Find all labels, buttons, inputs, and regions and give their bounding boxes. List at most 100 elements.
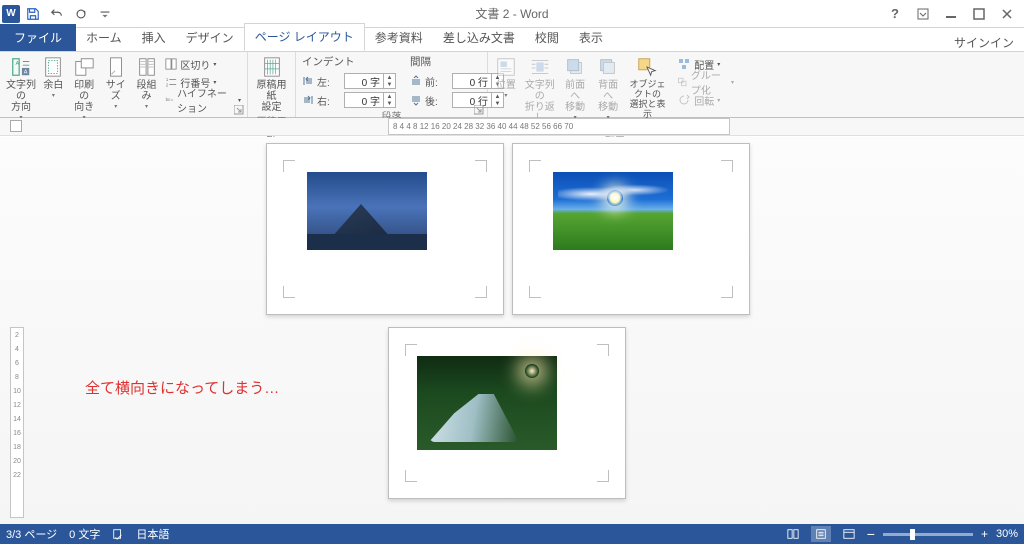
qat-customize[interactable] bbox=[94, 3, 116, 25]
maximize-button[interactable] bbox=[966, 3, 992, 25]
svg-text:1: 1 bbox=[166, 77, 169, 82]
status-page[interactable]: 3/3 ページ bbox=[6, 526, 57, 542]
position-label: 位置 bbox=[496, 80, 516, 91]
save-button[interactable] bbox=[22, 3, 44, 25]
tab-insert[interactable]: 挿入 bbox=[132, 25, 176, 51]
svg-text:bc: bc bbox=[166, 97, 171, 102]
ruler-strip: 8 4 4 8 12 16 20 24 28 32 36 40 44 48 52… bbox=[0, 118, 1024, 136]
status-language[interactable]: 日本語 bbox=[136, 526, 169, 542]
size-label: サイズ bbox=[104, 80, 128, 102]
image-sun-field[interactable] bbox=[553, 172, 673, 250]
page-1[interactable] bbox=[266, 143, 504, 315]
svg-text:A: A bbox=[16, 61, 20, 67]
help-button[interactable]: ? bbox=[882, 3, 908, 25]
text-direction-button[interactable]: AA 文字列の 方向▾ bbox=[6, 54, 36, 122]
send-back-icon bbox=[597, 56, 619, 78]
hyphenation-button[interactable]: bcハイフネーション ▾ bbox=[165, 92, 241, 108]
image-mountain[interactable] bbox=[307, 172, 427, 250]
margins-label: 余白 bbox=[43, 80, 63, 91]
status-proofing[interactable] bbox=[112, 528, 124, 540]
selection-pane-icon bbox=[636, 56, 658, 78]
spacing-before-label: 前: bbox=[425, 74, 449, 89]
spacing-before-value: 0 行 bbox=[453, 74, 491, 89]
minimize-button[interactable] bbox=[938, 3, 964, 25]
size-icon bbox=[105, 56, 127, 78]
columns-label: 段組み bbox=[134, 80, 160, 102]
status-word-count[interactable]: 0 文字 bbox=[69, 526, 100, 542]
text-direction-icon: AA bbox=[10, 56, 32, 78]
spacing-after-icon bbox=[410, 94, 422, 106]
ribbon-options-button[interactable] bbox=[910, 3, 936, 25]
group-arrange: 位置▾ 文字列の 折り返し▾ 前面へ 移動▾ 背面へ 移動▾ オブジェクトの 選… bbox=[488, 52, 742, 117]
zoom-in-button[interactable]: + bbox=[981, 527, 988, 541]
view-print-layout[interactable] bbox=[811, 526, 831, 542]
indent-left-icon bbox=[302, 75, 314, 87]
wrap-icon bbox=[529, 56, 551, 78]
group-objects-button: グループ化 ▾ bbox=[675, 74, 736, 90]
position-icon bbox=[495, 56, 517, 78]
zoom-level[interactable]: 30% bbox=[996, 528, 1018, 540]
tab-view[interactable]: 表示 bbox=[569, 25, 613, 51]
page-3[interactable] bbox=[388, 327, 626, 499]
sign-in-link[interactable]: サインイン bbox=[954, 34, 1024, 51]
zoom-out-button[interactable]: − bbox=[867, 526, 875, 542]
rotate-button: 回転 ▾ bbox=[675, 92, 736, 108]
indent-right-row: 右: 0 字▲▼ bbox=[302, 92, 396, 108]
quick-access-toolbar: W bbox=[0, 3, 116, 25]
redo-button[interactable] bbox=[70, 3, 92, 25]
indent-left-label: 左: bbox=[317, 74, 341, 89]
page-setup-launcher[interactable] bbox=[234, 105, 244, 115]
margins-button[interactable]: 余白▾ bbox=[42, 54, 65, 100]
columns-button[interactable]: 段組み▾ bbox=[134, 54, 160, 111]
page-2[interactable] bbox=[512, 143, 750, 315]
tab-home[interactable]: ホーム bbox=[76, 25, 132, 51]
position-button: 位置▾ bbox=[494, 54, 518, 100]
send-back-label: 背面へ 移動 bbox=[595, 80, 622, 113]
orientation-button[interactable]: 印刷の 向き▾ bbox=[71, 54, 98, 122]
manuscript-label: 原稿用紙 設定 bbox=[254, 80, 289, 113]
paragraph-launcher[interactable] bbox=[474, 105, 484, 115]
status-bar: 3/3 ページ 0 文字 日本語 − + 30% bbox=[0, 524, 1024, 544]
indent-right-input[interactable]: 0 字▲▼ bbox=[344, 92, 396, 108]
indent-left-value: 0 字 bbox=[345, 74, 383, 89]
rotate-label: 回転 bbox=[694, 93, 714, 108]
orientation-label: 印刷の 向き bbox=[71, 80, 98, 113]
document-canvas[interactable]: 246810121416182022 全て横向きになってしまう… bbox=[0, 137, 1024, 524]
indent-right-value: 0 字 bbox=[345, 93, 383, 108]
hyphenation-label: ハイフネーション bbox=[177, 85, 235, 115]
undo-button[interactable] bbox=[46, 3, 68, 25]
orientation-icon bbox=[73, 56, 95, 78]
tab-references[interactable]: 参考資料 bbox=[365, 25, 433, 51]
spacing-before-icon bbox=[410, 75, 422, 87]
spacing-after-value: 0 行 bbox=[453, 93, 491, 108]
manuscript-settings-button[interactable]: 原稿用紙 設定 bbox=[254, 54, 289, 113]
tab-design[interactable]: デザイン bbox=[176, 25, 244, 51]
ribbon-tabs: ファイル ホーム 挿入 デザイン ページ レイアウト 参考資料 差し込み文書 校… bbox=[0, 28, 1024, 52]
manuscript-icon bbox=[261, 56, 283, 78]
tab-mailings[interactable]: 差し込み文書 bbox=[433, 25, 525, 51]
word-app-icon: W bbox=[2, 5, 20, 23]
send-back-button: 背面へ 移動▾ bbox=[595, 54, 622, 122]
selection-pane-label: オブジェクトの 選択と表示 bbox=[628, 80, 668, 120]
zoom-slider[interactable] bbox=[883, 533, 973, 536]
close-button[interactable] bbox=[994, 3, 1020, 25]
vertical-ruler[interactable]: 246810121416182022 bbox=[10, 327, 24, 518]
view-web-layout[interactable] bbox=[839, 526, 859, 542]
view-read-mode[interactable] bbox=[783, 526, 803, 542]
ribbon-body: AA 文字列の 方向▾ 余白▾ 印刷の 向き▾ サイズ▾ 段組み▾ 区切り ▾ bbox=[0, 52, 1024, 118]
tab-file[interactable]: ファイル bbox=[0, 24, 76, 51]
tab-page-layout[interactable]: ページ レイアウト bbox=[244, 23, 365, 51]
indent-left-input[interactable]: 0 字▲▼ bbox=[344, 73, 396, 89]
breaks-button[interactable]: 区切り ▾ bbox=[165, 56, 241, 72]
size-button[interactable]: サイズ▾ bbox=[104, 54, 128, 111]
image-forest-stream[interactable] bbox=[417, 356, 557, 450]
bring-forward-label: 前面へ 移動 bbox=[562, 80, 589, 113]
horizontal-ruler[interactable]: 8 4 4 8 12 16 20 24 28 32 36 40 44 48 52… bbox=[388, 118, 730, 135]
tab-review[interactable]: 校閲 bbox=[525, 25, 569, 51]
spacing-after-label: 後: bbox=[425, 93, 449, 108]
bring-forward-icon bbox=[564, 56, 586, 78]
selection-pane-button[interactable]: オブジェクトの 選択と表示 bbox=[628, 54, 668, 120]
svg-text:2: 2 bbox=[166, 82, 169, 87]
bring-forward-button: 前面へ 移動▾ bbox=[562, 54, 589, 122]
tab-selector[interactable] bbox=[10, 120, 22, 132]
